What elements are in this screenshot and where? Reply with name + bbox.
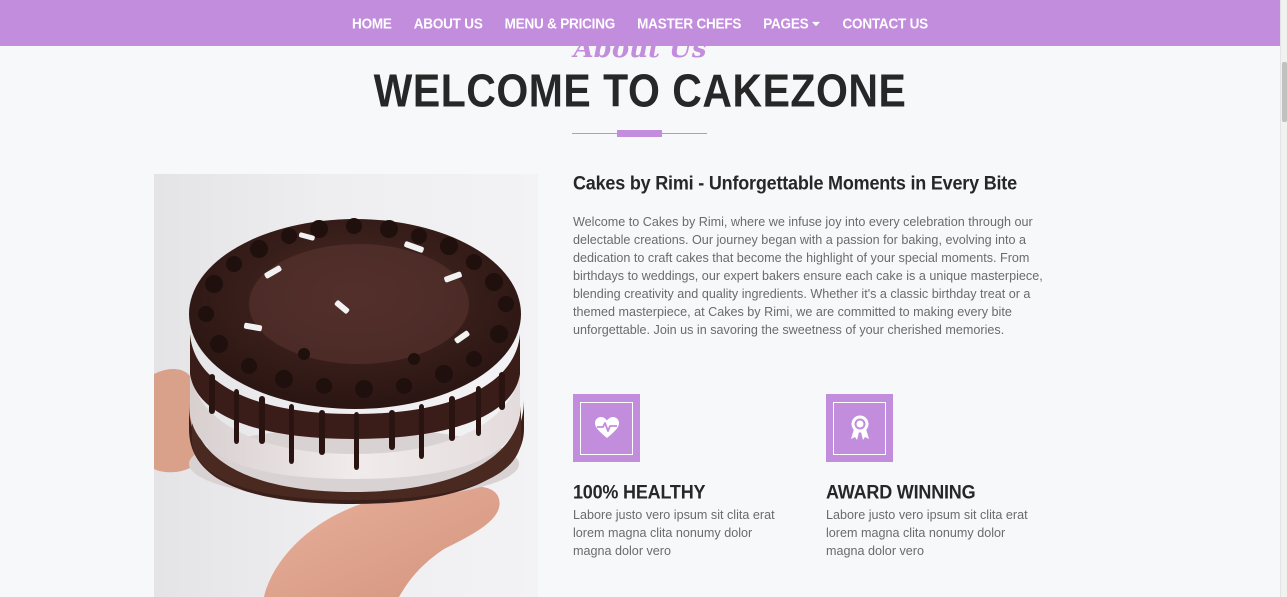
title-divider-accent [617,130,662,137]
feature-award: AWARD WINNING Labore justo vero ipsum si… [826,394,1046,560]
top-navbar: HOME ABOUT US MENU & PRICING MASTER CHEF… [0,0,1280,46]
nav-contact-us[interactable]: CONTACT US [831,15,939,32]
heart-pulse-icon [594,417,619,438]
feature-description: Labore justo vero ipsum sit clita erat l… [573,508,775,558]
nav-about-us[interactable]: ABOUT US [403,15,494,32]
about-content: Cakes by Rimi - Unforgettable Moments in… [573,172,1043,339]
feature-title: AWARD WINNING [826,481,976,503]
about-description: Welcome to Cakes by Rimi, where we infus… [573,215,1043,337]
section-title: WELCOME TO CAKEZONE [373,65,907,117]
page-scrollbar[interactable] [1280,0,1287,597]
award-icon [850,415,869,440]
nav-pages-label: PAGES [763,14,809,32]
cake-photo [154,174,538,597]
feature-healthy: 100% HEALTHY Labore justo vero ipsum sit… [573,394,793,560]
feature-icon-box [826,394,893,462]
scrollbar-thumb[interactable] [1282,62,1287,122]
feature-icon-box [573,394,640,462]
feature-description: Labore justo vero ipsum sit clita erat l… [826,508,1028,558]
nav-master-chefs[interactable]: MASTER CHEFS [626,15,752,32]
nav-pages-dropdown[interactable]: PAGES [752,14,831,32]
nav-home[interactable]: HOME [341,15,403,32]
caret-down-icon [812,20,821,26]
feature-title: 100% HEALTHY [573,481,706,503]
nav-menu-pricing[interactable]: MENU & PRICING [494,15,626,32]
about-heading: Cakes by Rimi - Unforgettable Moments in… [573,172,1017,194]
